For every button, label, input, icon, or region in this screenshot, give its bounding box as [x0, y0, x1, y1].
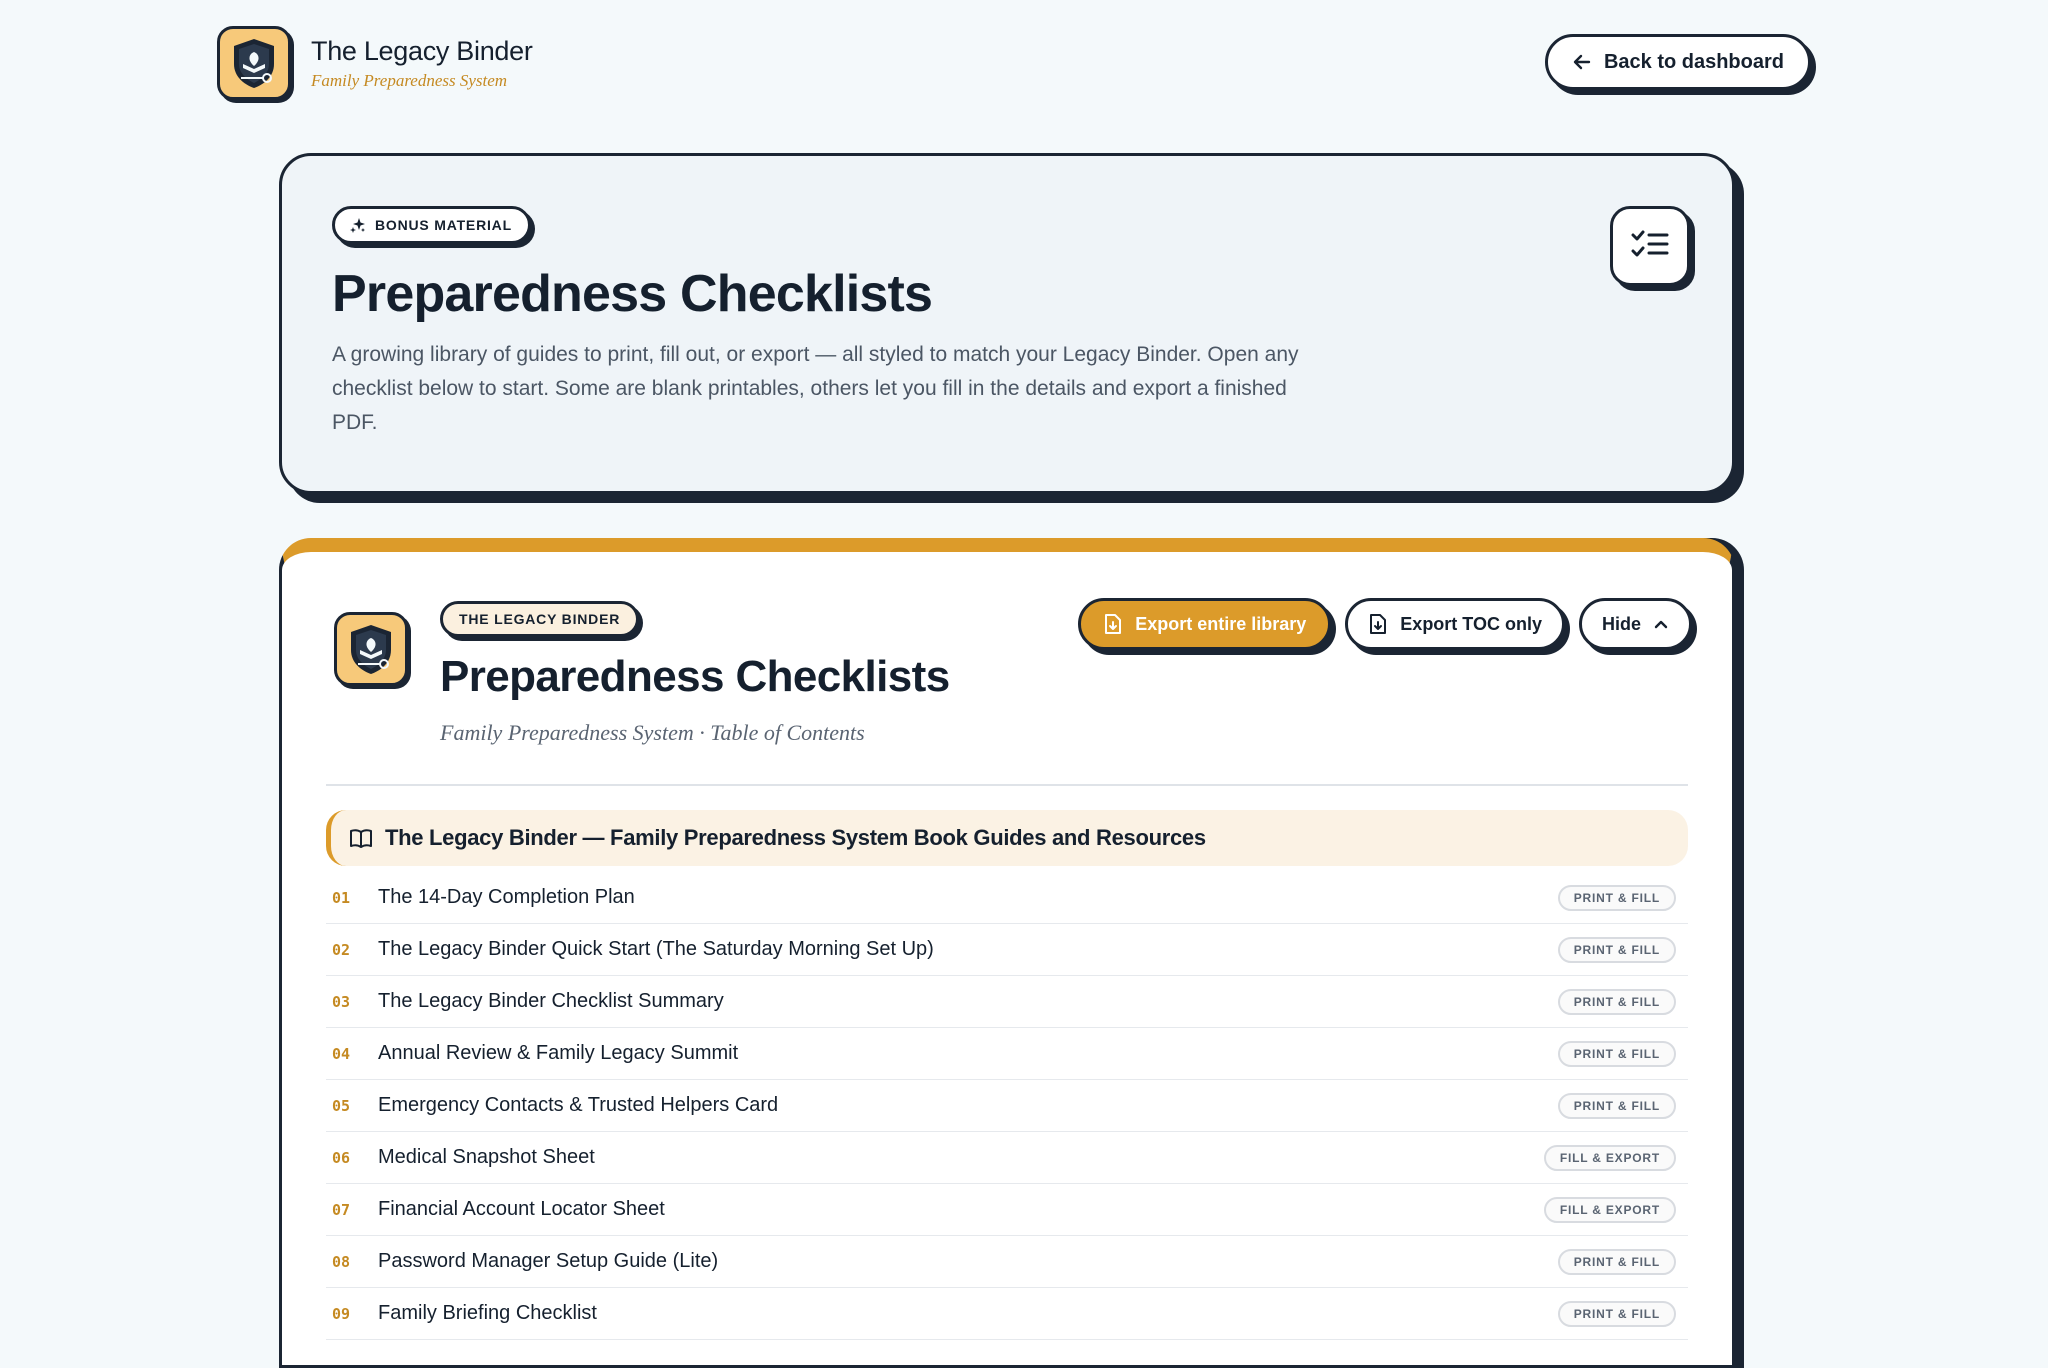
item-type-badge: PRINT & FILL — [1557, 936, 1676, 963]
item-number: 02 — [332, 940, 351, 959]
item-title: Emergency Contacts & Trusted Helpers Car… — [378, 1094, 779, 1116]
list-item[interactable]: 08 Password Manager Setup Guide (Lite) P… — [326, 1236, 1688, 1288]
item-type-badge: PRINT & FILL — [1557, 1248, 1676, 1275]
list-item[interactable]: 07 Financial Account Locator Sheet FILL … — [326, 1184, 1688, 1236]
list-checks-icon — [1631, 230, 1669, 257]
hide-label: Hide — [1601, 613, 1641, 634]
back-to-dashboard-button[interactable]: Back to dashboard — [1544, 34, 1811, 90]
list-item[interactable]: 03 The Legacy Binder Checklist Summary P… — [326, 976, 1688, 1028]
item-title: The Legacy Binder Quick Start (The Satur… — [378, 938, 934, 960]
page-title: Preparedness Checklists — [332, 265, 933, 323]
item-number: 09 — [332, 1304, 351, 1323]
brand[interactable]: The Legacy Binder Family Preparedness Sy… — [217, 26, 533, 100]
section-title: The Legacy Binder — Family Preparedness … — [385, 825, 1206, 850]
item-number: 03 — [332, 992, 351, 1011]
toc-subtitle: Family Preparedness System · Table of Co… — [440, 720, 865, 745]
export-entire-library-label: Export entire library — [1135, 613, 1307, 634]
item-type-badge: PRINT & FILL — [1557, 884, 1676, 911]
bonus-material-label: BONUS MATERIAL — [375, 217, 512, 233]
item-number: 04 — [332, 1044, 351, 1063]
item-title: Financial Account Locator Sheet — [378, 1198, 665, 1220]
brand-title: The Legacy Binder — [311, 35, 533, 66]
item-title: The Legacy Binder Checklist Summary — [378, 990, 724, 1012]
item-type-badge: PRINT & FILL — [1557, 1092, 1676, 1119]
list-item[interactable]: 02 The Legacy Binder Quick Start (The Sa… — [326, 924, 1688, 976]
item-type-badge: FILL & EXPORT — [1543, 1196, 1676, 1223]
item-number: 01 — [332, 888, 351, 907]
hide-toc-button[interactable]: Hide — [1578, 598, 1692, 650]
toc-actions: Export entire library Export TOC only Hi… — [1078, 598, 1692, 650]
top-bar: The Legacy Binder Family Preparedness Sy… — [217, 26, 1811, 100]
list-item[interactable]: 09 Family Briefing Checklist PRINT & FIL… — [326, 1288, 1688, 1340]
file-download-icon — [1105, 614, 1122, 634]
divider — [326, 784, 1688, 786]
brand-subtitle: Family Preparedness System — [311, 70, 508, 90]
toc-title: Preparedness Checklists — [440, 652, 950, 701]
table-of-contents-card: THE LEGACY BINDER Preparedness Checklist… — [279, 538, 1735, 1368]
item-type-badge: PRINT & FILL — [1557, 1300, 1676, 1327]
item-number: 05 — [332, 1096, 351, 1115]
export-entire-library-button[interactable]: Export entire library — [1078, 598, 1332, 650]
export-toc-only-label: Export TOC only — [1400, 613, 1542, 634]
toc-brand-badge: THE LEGACY BINDER — [440, 601, 640, 637]
item-number: 08 — [332, 1252, 351, 1271]
export-toc-only-button[interactable]: Export TOC only — [1345, 598, 1565, 650]
item-type-badge: PRINT & FILL — [1557, 988, 1676, 1015]
open-book-icon — [350, 829, 372, 848]
list-item[interactable]: 05 Emergency Contacts & Trusted Helpers … — [326, 1080, 1688, 1132]
shield-logo-icon — [334, 612, 408, 686]
item-type-badge: FILL & EXPORT — [1543, 1144, 1676, 1171]
checklist-icon-button[interactable] — [1610, 206, 1690, 286]
list-item[interactable]: 06 Medical Snapshot Sheet FILL & EXPORT — [326, 1132, 1688, 1184]
item-type-badge: PRINT & FILL — [1557, 1040, 1676, 1067]
sparkles-icon — [350, 218, 365, 233]
bonus-material-badge: BONUS MATERIAL — [332, 206, 531, 244]
section-header: The Legacy Binder — Family Preparedness … — [326, 810, 1688, 866]
arrow-left-icon — [1573, 54, 1591, 70]
item-title: Password Manager Setup Guide (Lite) — [378, 1250, 719, 1272]
list-item[interactable]: 01 The 14-Day Completion Plan PRINT & FI… — [326, 872, 1688, 924]
checklist-list: 01 The 14-Day Completion Plan PRINT & FI… — [326, 872, 1688, 1340]
item-title: Medical Snapshot Sheet — [378, 1146, 595, 1168]
back-to-dashboard-label: Back to dashboard — [1603, 50, 1784, 73]
item-title: Annual Review & Family Legacy Summit — [378, 1042, 739, 1064]
shield-logo-icon — [217, 26, 291, 100]
hero-card: BONUS MATERIAL Preparedness Checklists A… — [279, 153, 1735, 494]
file-download-icon — [1370, 614, 1387, 634]
chevron-up-icon — [1654, 620, 1668, 629]
item-title: Family Briefing Checklist — [378, 1302, 597, 1324]
list-item[interactable]: 04 Annual Review & Family Legacy Summit … — [326, 1028, 1688, 1080]
item-number: 07 — [332, 1200, 351, 1219]
item-number: 06 — [332, 1148, 351, 1167]
item-title: The 14-Day Completion Plan — [378, 886, 635, 908]
page-description: A growing library of guides to print, fi… — [332, 343, 1299, 434]
